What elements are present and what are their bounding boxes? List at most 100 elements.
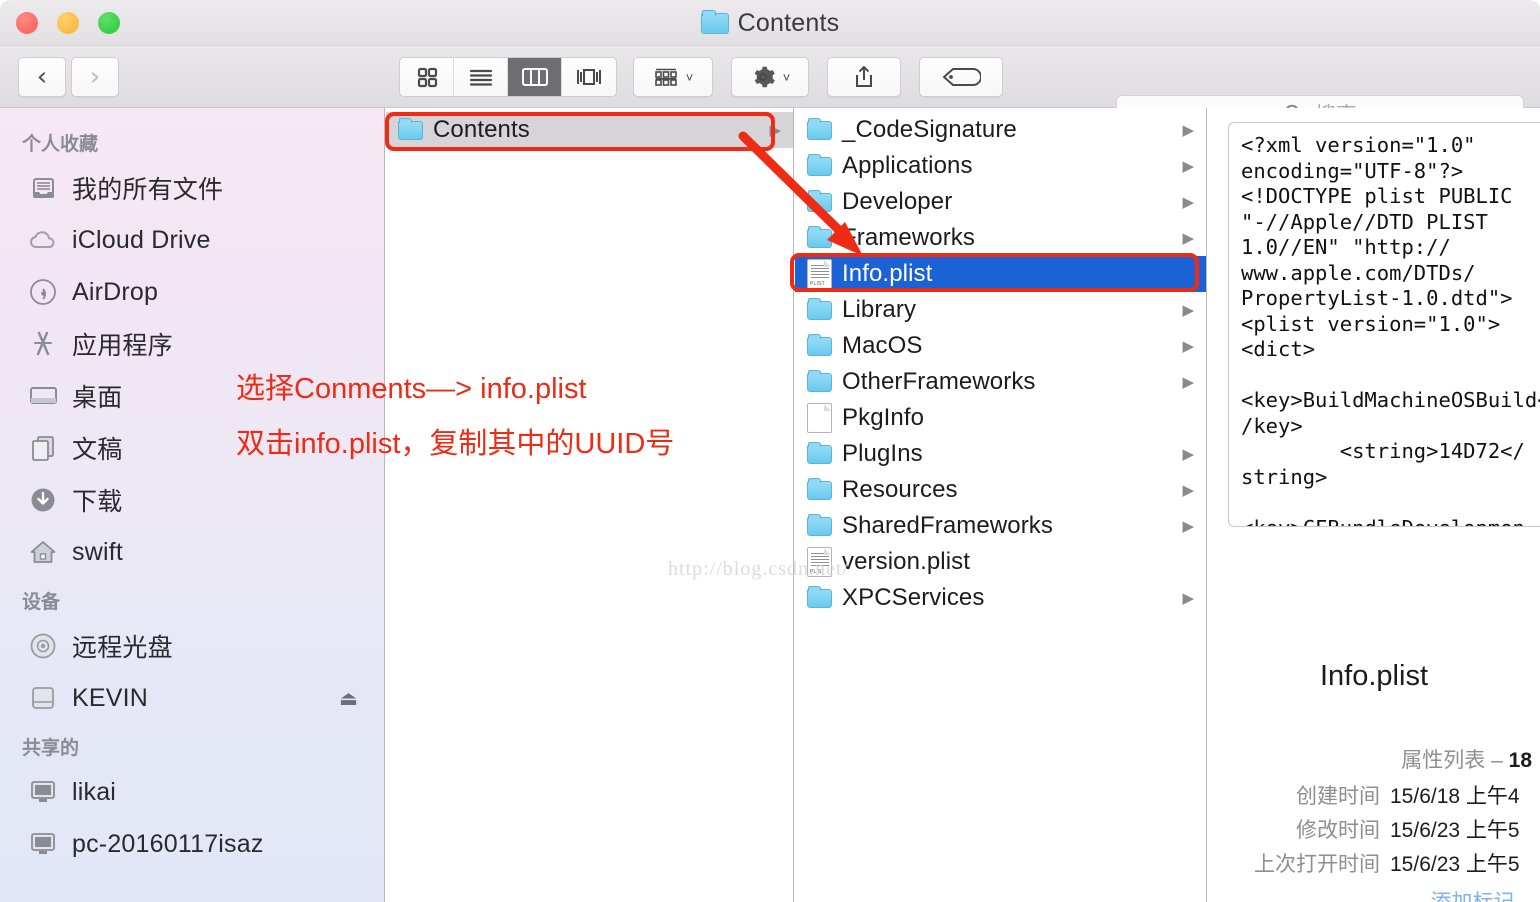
share-button[interactable]	[827, 57, 901, 97]
view-mode-group	[399, 57, 617, 97]
sidebar-item-pc-20160117isaz[interactable]: pc-20160117isaz	[0, 818, 384, 870]
coverflow-view-button[interactable]	[562, 58, 616, 96]
disclosure-triangle-icon[interactable]: ▶	[1182, 339, 1194, 354]
column-view-button[interactable]	[508, 58, 562, 96]
folder-icon	[807, 477, 832, 500]
sidebar-item-label: 文稿	[72, 436, 123, 464]
folder-icon	[807, 297, 832, 320]
disclosure-triangle-icon[interactable]: ▶	[1182, 375, 1194, 390]
column-contents: Contents ▶	[386, 108, 794, 902]
window-title-label: Contents	[737, 8, 840, 37]
disclosure-triangle-icon[interactable]: ▶	[1182, 447, 1194, 462]
sidebar-item-airdrop[interactable]: AirDrop	[0, 266, 384, 318]
folder-icon	[807, 333, 832, 356]
icon-view-button[interactable]	[400, 58, 454, 96]
watermark: http://blog.csdn.net/	[668, 558, 849, 580]
toolbar: ‹ › ˅ ˅	[0, 46, 1540, 132]
eject-icon[interactable]: ⏏	[339, 686, 358, 711]
arrange-icon	[654, 68, 677, 86]
sidebar-item-label: 远程光盘	[72, 634, 173, 662]
computer-icon	[28, 829, 58, 859]
arrange-button[interactable]: ˅	[633, 57, 713, 97]
metadata-key: 创建时间	[1296, 785, 1380, 808]
row-label: XPCServices	[842, 584, 985, 611]
back-button[interactable]: ‹	[18, 57, 66, 97]
column-row-xpcservices[interactable]: XPCServices ▶	[795, 580, 1206, 616]
sidebar-item-label: pc-20160117isaz	[72, 829, 264, 858]
plist-badge: PLIST	[810, 281, 825, 287]
sidebar-item-label: iCloud Drive	[72, 225, 211, 254]
column-row-otherframeworks[interactable]: OtherFrameworks ▶	[795, 364, 1206, 400]
column-row-plugins[interactable]: PlugIns ▶	[795, 436, 1206, 472]
preview-file-name: Info.plist	[1320, 660, 1428, 692]
gear-icon	[754, 66, 775, 88]
sidebar-item-home-swift[interactable]: swift	[0, 526, 384, 578]
disclosure-triangle-icon[interactable]: ▶	[1182, 483, 1194, 498]
sidebar-item-likai[interactable]: likai	[0, 766, 384, 818]
sidebar-item-downloads[interactable]: 下载	[0, 474, 384, 526]
row-label: Library	[842, 296, 917, 323]
sidebar-item-label: 桌面	[72, 384, 123, 412]
row-label: OtherFrameworks	[842, 368, 1036, 395]
metadata-value: 15/6/23 上午5	[1390, 853, 1520, 876]
disclosure-triangle-icon[interactable]: ▶	[1182, 123, 1194, 138]
metadata-row-last-opened: 上次打开时间 15/6/23 上午5	[1208, 846, 1540, 880]
metadata-value: 15/6/18 上午4	[1390, 785, 1520, 808]
list-icon	[469, 69, 492, 86]
disclosure-triangle-icon[interactable]: ▶	[1182, 195, 1194, 210]
window-title: Contents	[0, 0, 1540, 46]
preview-pane: <?xml version="1.0" encoding="UTF-8"?> <…	[1208, 108, 1540, 902]
sidebar: 个人收藏 我的所有文件 iCloud Drive AirDrop 应用程序 桌面…	[0, 108, 385, 902]
downloads-icon	[28, 485, 58, 515]
row-label: SharedFrameworks	[842, 512, 1054, 539]
sidebar-item-label: KEVIN	[72, 683, 149, 712]
column-row-version-plist[interactable]: PLIST version.plist	[795, 544, 1206, 580]
sidebar-item-label: swift	[72, 537, 123, 566]
finder-window: Contents ‹ › ˅ ˅ 个人收藏 我的所有文件 iCloud Driv…	[0, 0, 1540, 902]
metadata-value: 15/6/23 上午5	[1390, 819, 1520, 842]
sidebar-item-kevin[interactable]: KEVIN ⏏	[0, 672, 384, 724]
list-view-button[interactable]	[454, 58, 508, 96]
disclosure-triangle-icon[interactable]: ▶	[1182, 159, 1194, 174]
row-label: PlugIns	[842, 440, 923, 467]
sidebar-item-all-my-files[interactable]: 我的所有文件	[0, 162, 384, 214]
action-button[interactable]: ˅	[731, 57, 809, 97]
metadata-row-modified: 修改时间 15/6/23 上午5	[1208, 812, 1540, 846]
disclosure-triangle-icon[interactable]: ▶	[1182, 231, 1194, 246]
annotation-line-2: 双击info.plist，复制其中的UUID号	[236, 428, 675, 460]
hard-drive-icon	[28, 683, 58, 713]
metadata-kind-value: 18	[1508, 749, 1532, 772]
column-row-pkginfo[interactable]: PkgInfo	[795, 400, 1206, 436]
sidebar-item-label: 应用程序	[72, 332, 173, 360]
disclosure-triangle-icon[interactable]: ▶	[1182, 519, 1194, 534]
forward-button[interactable]: ›	[71, 57, 119, 97]
documents-icon	[28, 433, 58, 463]
row-label: Contents	[433, 116, 530, 143]
computer-icon	[28, 777, 58, 807]
disclosure-triangle-icon[interactable]: ▶	[1182, 591, 1194, 606]
sidebar-item-icloud-drive[interactable]: iCloud Drive	[0, 214, 384, 266]
row-label: version.plist	[842, 548, 971, 575]
column-row-macos[interactable]: MacOS ▶	[795, 328, 1206, 364]
disclosure-triangle-icon[interactable]: ▶	[1182, 303, 1194, 318]
chevron-right-icon: ›	[89, 62, 101, 92]
folder-icon	[700, 9, 729, 34]
grid-icon	[417, 67, 437, 88]
annotation-line-1: 选择Conments—> info.plist	[236, 373, 587, 405]
add-tags-link[interactable]: 添加标记...	[1208, 886, 1540, 902]
metadata-key: 修改时间	[1296, 819, 1380, 842]
tag-icon	[943, 68, 981, 86]
column-row-sharedframeworks[interactable]: SharedFrameworks ▶	[795, 508, 1206, 544]
row-label: Resources	[842, 476, 958, 503]
column-row-contents[interactable]: Contents ▶	[386, 112, 793, 148]
all-my-files-icon	[28, 173, 58, 203]
column-row-resources[interactable]: Resources ▶	[795, 472, 1206, 508]
xml-preview-text: <?xml version="1.0" encoding="UTF-8"?> <…	[1241, 133, 1540, 526]
annotation-arrow-icon	[738, 131, 863, 256]
sidebar-item-label: AirDrop	[72, 277, 159, 306]
column-row-library[interactable]: Library ▶	[795, 292, 1206, 328]
tag-button[interactable]	[919, 57, 1003, 97]
home-icon	[28, 537, 58, 567]
sidebar-item-remote-disc[interactable]: 远程光盘	[0, 620, 384, 672]
row-label: MacOS	[842, 332, 923, 359]
